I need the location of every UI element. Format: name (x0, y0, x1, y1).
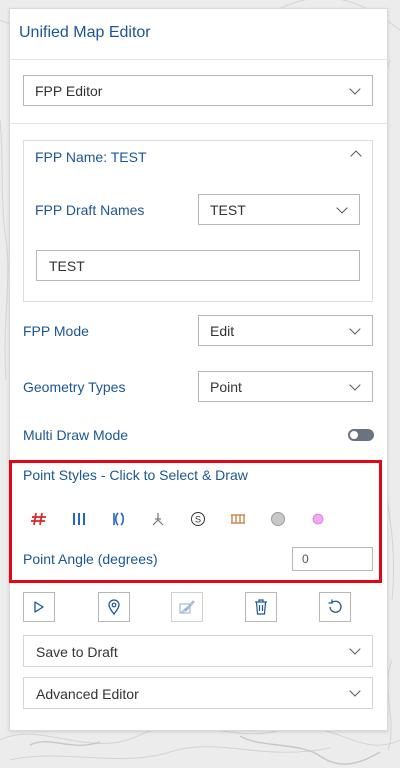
hash-red-icon[interactable] (30, 510, 48, 528)
edit-tool-button[interactable] (171, 592, 203, 622)
marker-tool-icon (108, 599, 120, 615)
select-tool-icon (34, 601, 44, 613)
geometry-types-value: Point (210, 379, 242, 395)
save-to-draft-accordion[interactable]: Save to Draft (23, 635, 373, 667)
chevron-down-icon (349, 323, 361, 335)
panel-title: Unified Map Editor (19, 24, 151, 41)
advanced-editor-label: Advanced Editor (36, 686, 139, 702)
gray-circle-icon[interactable] (269, 510, 287, 528)
draft-names-select[interactable]: TEST (198, 194, 360, 225)
chevron-up-icon (350, 150, 362, 162)
fpp-mode-value: Edit (210, 323, 235, 339)
pink-circle-icon[interactable] (309, 510, 327, 528)
svg-text:S: S (195, 515, 201, 525)
fpp-name-header[interactable]: FPP Name: TEST (23, 140, 373, 174)
editor-select-value: FPP Editor (35, 83, 103, 99)
chevron-down-icon (349, 643, 361, 655)
chevron-down-icon (349, 379, 361, 391)
point-angle-label: Point Angle (degrees) (23, 551, 158, 567)
fpp-name-input[interactable]: TEST (36, 250, 360, 281)
panel-header: Unified Map Editor (9, 8, 388, 60)
multi-draw-label: Multi Draw Mode (23, 427, 129, 443)
point-angle-input[interactable]: 0 (292, 547, 373, 571)
geometry-types-label: Geometry Types (23, 379, 126, 395)
delete-button[interactable] (245, 592, 277, 622)
edit-tool-icon (179, 600, 195, 614)
undo-button[interactable] (319, 592, 351, 622)
fpp-name-input-value: TEST (49, 258, 85, 274)
paren-blue-icon[interactable] (110, 510, 128, 528)
triple-bar-blue-icon[interactable] (70, 510, 88, 528)
delete-icon (255, 599, 267, 615)
tripod-gray-icon[interactable] (149, 510, 167, 528)
point-angle-value: 0 (302, 552, 309, 566)
fpp-mode-select[interactable]: Edit (198, 315, 373, 346)
point-styles-label: Point Styles - Click to Select & Draw (23, 467, 248, 483)
marker-tool-button[interactable] (98, 592, 130, 622)
s-circle-icon[interactable]: S (189, 510, 207, 528)
ladder-orange-icon[interactable] (229, 510, 247, 528)
advanced-editor-accordion[interactable]: Advanced Editor (23, 677, 373, 709)
chevron-down-icon (336, 202, 348, 214)
select-tool-button[interactable] (23, 592, 55, 622)
chevron-down-icon (349, 685, 361, 697)
undo-icon (328, 599, 342, 613)
toggle-knob (350, 431, 358, 439)
geometry-types-select[interactable]: Point (198, 371, 373, 402)
editor-select[interactable]: FPP Editor (23, 75, 373, 106)
draft-names-label: FPP Draft Names (35, 202, 145, 218)
chevron-down-icon (349, 83, 361, 95)
fpp-name-title: FPP Name: TEST (35, 149, 147, 165)
save-to-draft-label: Save to Draft (36, 644, 118, 660)
fpp-mode-label: FPP Mode (23, 323, 89, 339)
draft-names-value: TEST (210, 202, 246, 218)
divider (9, 123, 388, 124)
multi-draw-toggle[interactable] (348, 429, 374, 441)
editor-panel (9, 8, 388, 731)
